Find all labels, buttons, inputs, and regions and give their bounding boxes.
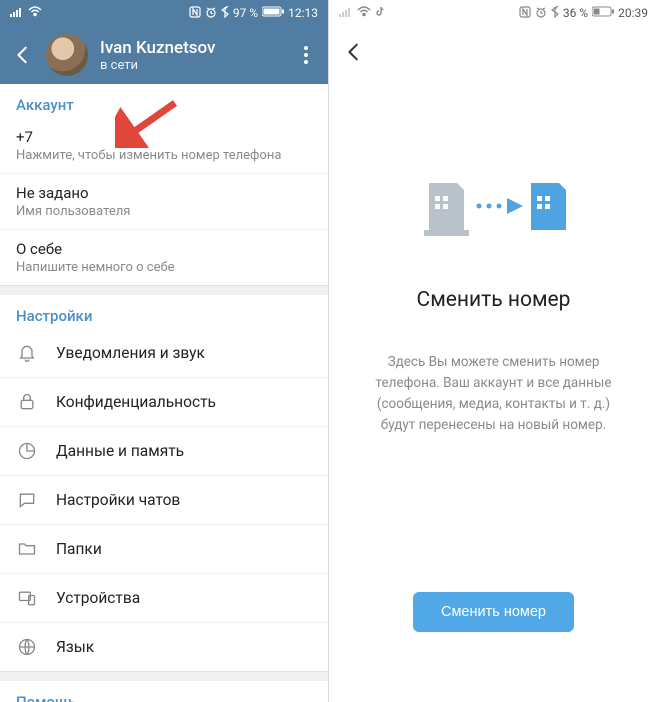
nfc-icon xyxy=(189,6,201,21)
settings-section: Настройки Уведомления и звук Конфиденциа… xyxy=(0,295,328,671)
settings-scroll[interactable]: Аккаунт +7 Нажмите, чтобы изменить номер… xyxy=(0,84,328,702)
clock: 12:13 xyxy=(288,6,318,20)
chat-settings-row[interactable]: Настройки чатов xyxy=(0,475,328,524)
account-title: Аккаунт xyxy=(0,84,328,118)
wifi-icon xyxy=(357,6,371,20)
battery-icon xyxy=(262,6,284,20)
devices-icon xyxy=(16,588,38,608)
privacy-row[interactable]: Конфиденциальность xyxy=(0,377,328,426)
bluetooth-icon xyxy=(551,6,559,21)
chat-settings-label: Настройки чатов xyxy=(56,491,180,509)
bio-value: О себе xyxy=(16,240,312,258)
settings-title: Настройки xyxy=(0,295,328,329)
data-label: Данные и память xyxy=(56,442,184,460)
signal-icon xyxy=(339,6,353,20)
profile-name: Ivan Kuznetsov xyxy=(100,38,284,58)
more-menu-button[interactable] xyxy=(296,46,316,64)
folders-row[interactable]: Папки xyxy=(0,524,328,573)
language-row[interactable]: Язык xyxy=(0,622,328,671)
change-number-screen: 36 % 20:39 xyxy=(329,0,658,702)
folder-icon xyxy=(16,539,38,559)
wifi-icon xyxy=(28,6,42,20)
lock-icon xyxy=(16,392,38,412)
battery-percent: 97 % xyxy=(233,6,258,20)
battery-percent: 36 % xyxy=(563,6,588,20)
account-section: Аккаунт +7 Нажмите, чтобы изменить номер… xyxy=(0,84,328,285)
chat-icon xyxy=(16,490,38,510)
profile-status: в сети xyxy=(100,58,284,73)
phone-hint: Нажмите, чтобы изменить номер телефона xyxy=(16,148,312,163)
bio-hint: Напишите немного о себе xyxy=(16,260,312,275)
help-section: Помощь xyxy=(0,681,328,702)
change-number-body: Сменить номер Здесь Вы можете сменить но… xyxy=(329,78,658,702)
bell-icon xyxy=(16,343,38,363)
bluetooth-icon xyxy=(221,6,229,21)
nfc-icon xyxy=(519,6,531,21)
change-number-title: Сменить номер xyxy=(417,288,571,312)
back-button[interactable] xyxy=(343,41,365,63)
username-value: Не задано xyxy=(16,184,312,202)
language-label: Язык xyxy=(56,638,94,656)
folders-label: Папки xyxy=(56,540,102,558)
alarm-icon xyxy=(535,6,547,21)
username-hint: Имя пользователя xyxy=(16,204,312,219)
tiktok-icon xyxy=(375,6,386,20)
notifications-row[interactable]: Уведомления и звук xyxy=(0,329,328,377)
privacy-label: Конфиденциальность xyxy=(56,393,216,411)
header xyxy=(329,26,658,78)
devices-label: Устройства xyxy=(56,589,140,607)
clock: 20:39 xyxy=(618,6,648,20)
help-title: Помощь xyxy=(0,681,328,702)
change-number-button[interactable]: Сменить номер xyxy=(413,592,574,632)
avatar[interactable] xyxy=(46,34,88,76)
back-button[interactable] xyxy=(12,44,34,66)
bio-row[interactable]: О себе Напишите немного о себе xyxy=(0,229,328,285)
settings-screen: 97 % 12:13 Ivan Kuznetsov в сети Аккаунт… xyxy=(0,0,329,702)
pie-icon xyxy=(16,441,38,461)
devices-row[interactable]: Устройства xyxy=(0,573,328,622)
battery-icon xyxy=(592,6,614,20)
change-number-description: Здесь Вы можете сменить номер телефона. … xyxy=(359,352,629,436)
data-row[interactable]: Данные и память xyxy=(0,426,328,475)
profile-header: Ivan Kuznetsov в сети xyxy=(0,26,328,84)
signal-icon xyxy=(10,6,24,20)
status-bar: 36 % 20:39 xyxy=(329,0,658,26)
phone-row[interactable]: +7 Нажмите, чтобы изменить номер телефон… xyxy=(0,118,328,173)
alarm-icon xyxy=(205,6,217,21)
notifications-label: Уведомления и звук xyxy=(56,344,205,362)
sim-transfer-illustration xyxy=(409,168,579,252)
username-row[interactable]: Не задано Имя пользователя xyxy=(0,173,328,229)
phone-value: +7 xyxy=(16,128,312,146)
status-bar: 97 % 12:13 xyxy=(0,0,328,26)
globe-icon xyxy=(16,637,38,657)
